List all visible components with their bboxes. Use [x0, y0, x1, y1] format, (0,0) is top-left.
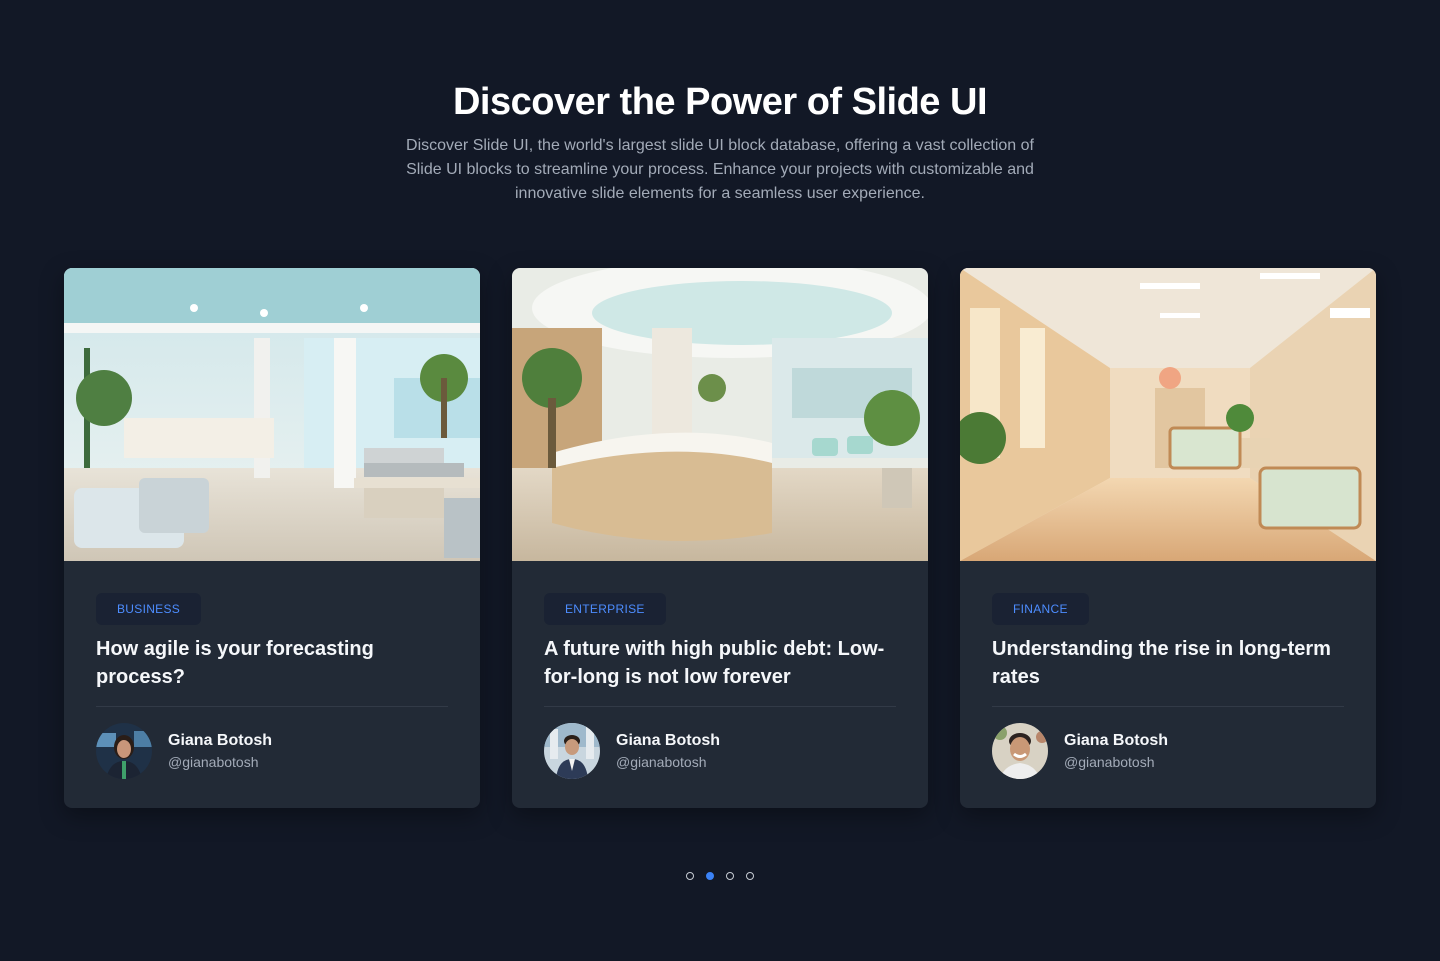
category-tag[interactable]: BUSINESS: [96, 593, 202, 625]
author-handle: @gianabotosh: [168, 754, 259, 770]
card-title[interactable]: Understanding the rise in long-term rate…: [992, 635, 1344, 691]
author-info: Giana Botosh @gianabotosh: [616, 730, 720, 772]
category-tag[interactable]: FINANCE: [992, 593, 1089, 625]
carousel-dot-2[interactable]: [706, 872, 714, 880]
card-title[interactable]: How agile is your forecasting process?: [96, 635, 448, 691]
woman-avatar-image: [96, 723, 152, 779]
author-name[interactable]: Giana Botosh: [168, 730, 272, 752]
author: Giana Botosh @gianabotosh: [544, 723, 896, 779]
man-suit-avatar-image: [544, 723, 600, 779]
author-info: Giana Botosh @gianabotosh: [1064, 730, 1168, 772]
carousel-pagination: [686, 872, 754, 880]
office-lobby-image: [64, 268, 480, 561]
card-body: FINANCE Understanding the rise in long-t…: [960, 561, 1376, 779]
avatar: [96, 723, 152, 779]
category-tag[interactable]: ENTERPRISE: [544, 593, 666, 625]
reception-lobby-image: [512, 268, 928, 561]
page-title: Discover the Power of Slide UI: [452, 81, 988, 123]
card-image-office-lobby[interactable]: [64, 268, 480, 561]
divider: [992, 706, 1344, 707]
card-title[interactable]: A future with high public debt: Low-for-…: [544, 635, 896, 691]
author-handle: @gianabotosh: [616, 754, 707, 770]
card-image-hospital-corridor[interactable]: [960, 268, 1376, 561]
divider: [544, 706, 896, 707]
author-handle: @gianabotosh: [1064, 754, 1155, 770]
carousel-dot-3[interactable]: [726, 872, 734, 880]
page-description: Discover Slide UI, the world's largest s…: [406, 137, 1034, 202]
author: Giana Botosh @gianabotosh: [992, 723, 1344, 779]
carousel-dot-1[interactable]: [686, 872, 694, 880]
author-name[interactable]: Giana Botosh: [1064, 730, 1168, 752]
blog-card[interactable]: ENTERPRISE A future with high public deb…: [512, 268, 928, 808]
smiling-man-avatar-image: [992, 723, 1048, 779]
hospital-corridor-image: [960, 268, 1376, 561]
avatar: [544, 723, 600, 779]
author-name[interactable]: Giana Botosh: [616, 730, 720, 752]
divider: [96, 706, 448, 707]
card-body: BUSINESS How agile is your forecasting p…: [64, 561, 480, 779]
blog-card[interactable]: BUSINESS How agile is your forecasting p…: [64, 268, 480, 808]
avatar: [992, 723, 1048, 779]
author-info: Giana Botosh @gianabotosh: [168, 730, 272, 772]
hero-section: Discover the Power of Slide UI Discover …: [0, 80, 1440, 206]
card-image-reception-lobby[interactable]: [512, 268, 928, 561]
card-carousel: BUSINESS How agile is your forecasting p…: [64, 268, 1376, 808]
page: Discover the Power of Slide UI Discover …: [0, 0, 1440, 961]
card-body: ENTERPRISE A future with high public deb…: [512, 561, 928, 779]
carousel-dot-4[interactable]: [746, 872, 754, 880]
blog-card[interactable]: FINANCE Understanding the rise in long-t…: [960, 268, 1376, 808]
author: Giana Botosh @gianabotosh: [96, 723, 448, 779]
